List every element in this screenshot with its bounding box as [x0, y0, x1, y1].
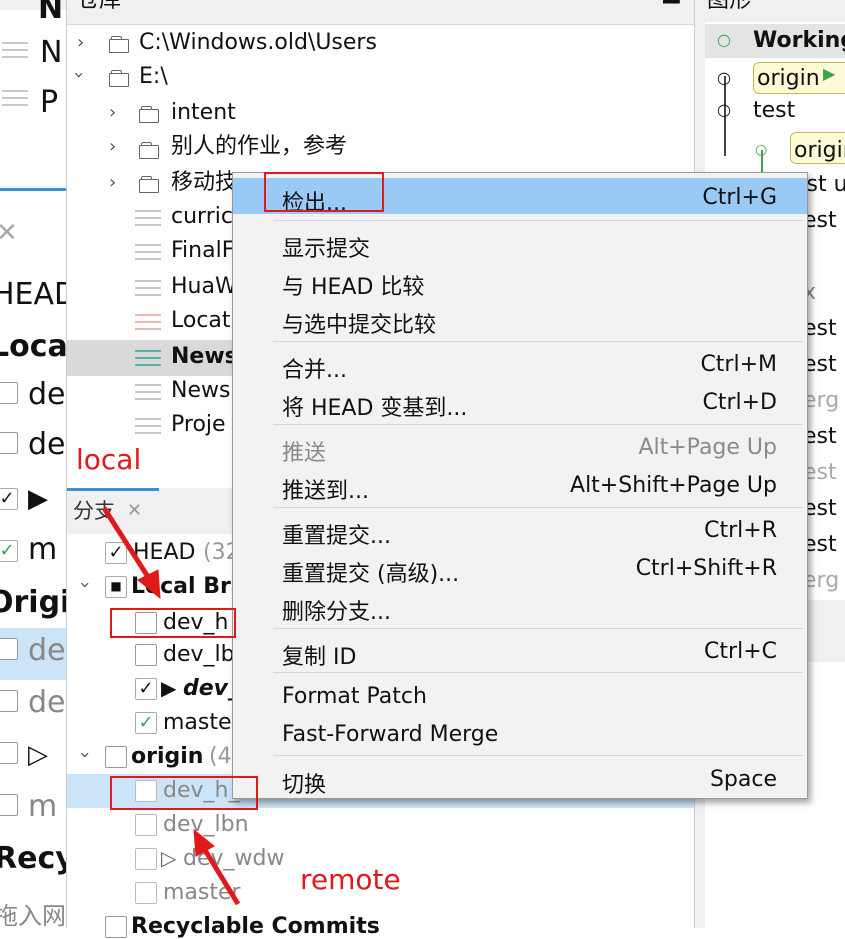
annotation-arrows [101, 506, 241, 906]
arrow-local [101, 506, 161, 600]
arrow-remote [193, 828, 241, 906]
